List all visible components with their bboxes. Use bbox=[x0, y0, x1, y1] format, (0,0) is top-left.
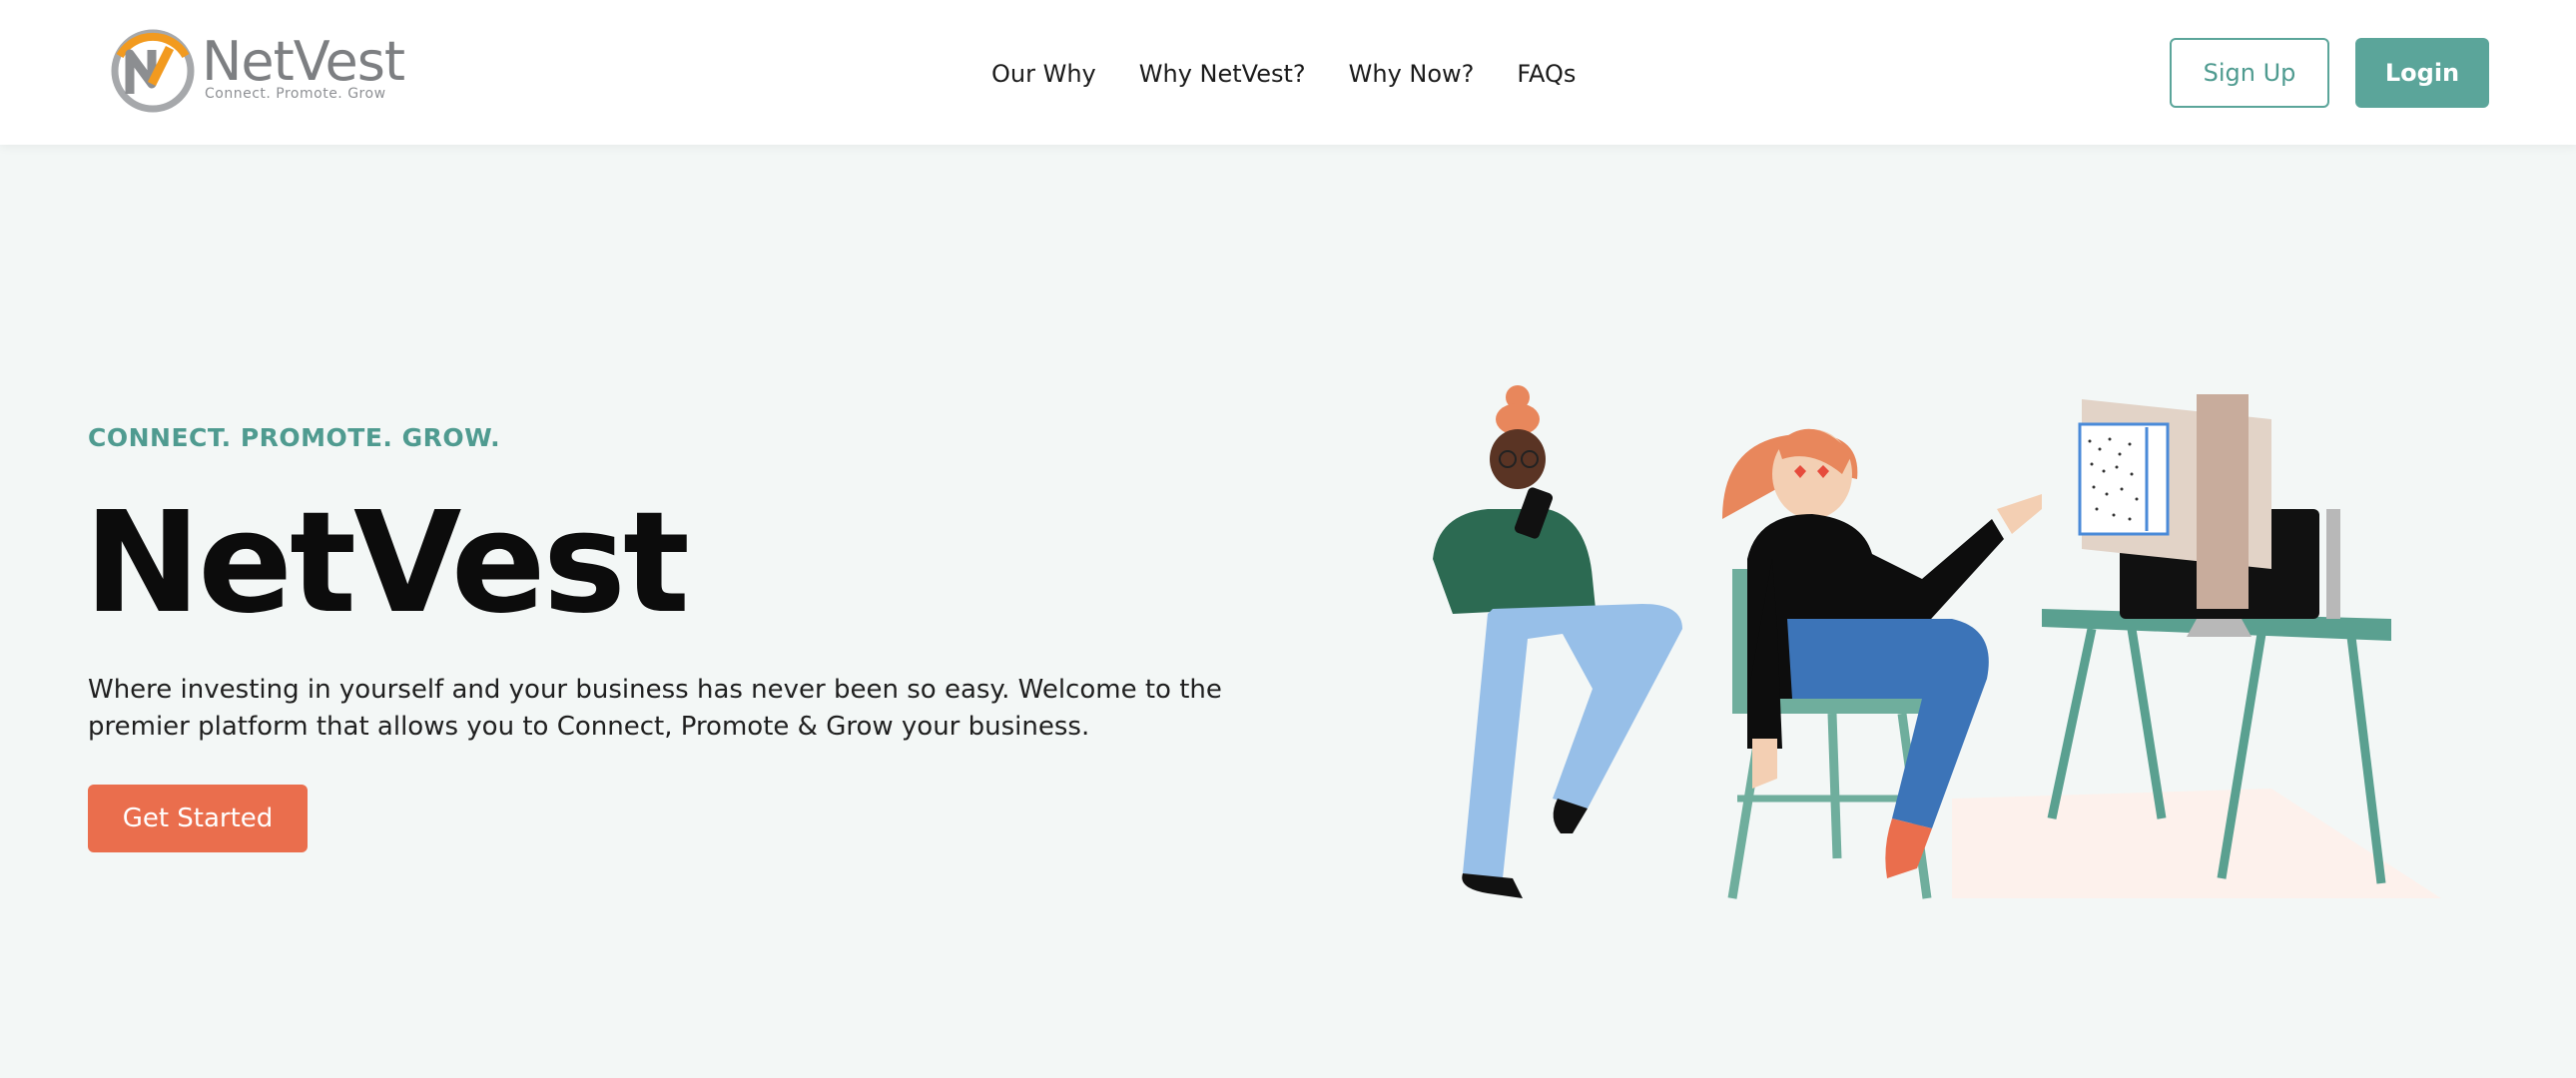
hero-title: NetVest bbox=[84, 482, 690, 645]
logo-wordmark: NetVest bbox=[202, 30, 405, 93]
person-with-phone-figure bbox=[1433, 385, 1682, 898]
site-header: NetVest Connect. Promote. Grow Our Why W… bbox=[0, 0, 2576, 145]
nav-faqs[interactable]: FAQs bbox=[1517, 52, 1576, 96]
get-started-button[interactable]: Get Started bbox=[88, 785, 308, 852]
main-nav: Our Why Why NetVest? Why Now? FAQs bbox=[991, 52, 1618, 96]
nav-our-why[interactable]: Our Why bbox=[991, 52, 1096, 96]
hero-description: Where investing in yourself and your bus… bbox=[88, 675, 1222, 742]
hero-eyebrow: CONNECT. PROMOTE. GROW. bbox=[88, 423, 501, 452]
nav-why-netvest[interactable]: Why NetVest? bbox=[1139, 52, 1306, 96]
netvest-logo-mark-icon bbox=[111, 29, 195, 113]
hero-illustration bbox=[1433, 385, 2441, 899]
logo-tagline: Connect. Promote. Grow bbox=[205, 86, 386, 102]
sign-up-button[interactable]: Sign Up bbox=[2170, 38, 2329, 108]
netvest-logo[interactable]: NetVest Connect. Promote. Grow bbox=[108, 26, 407, 118]
nav-why-now[interactable]: Why Now? bbox=[1349, 52, 1475, 96]
login-button[interactable]: Login bbox=[2355, 38, 2489, 108]
